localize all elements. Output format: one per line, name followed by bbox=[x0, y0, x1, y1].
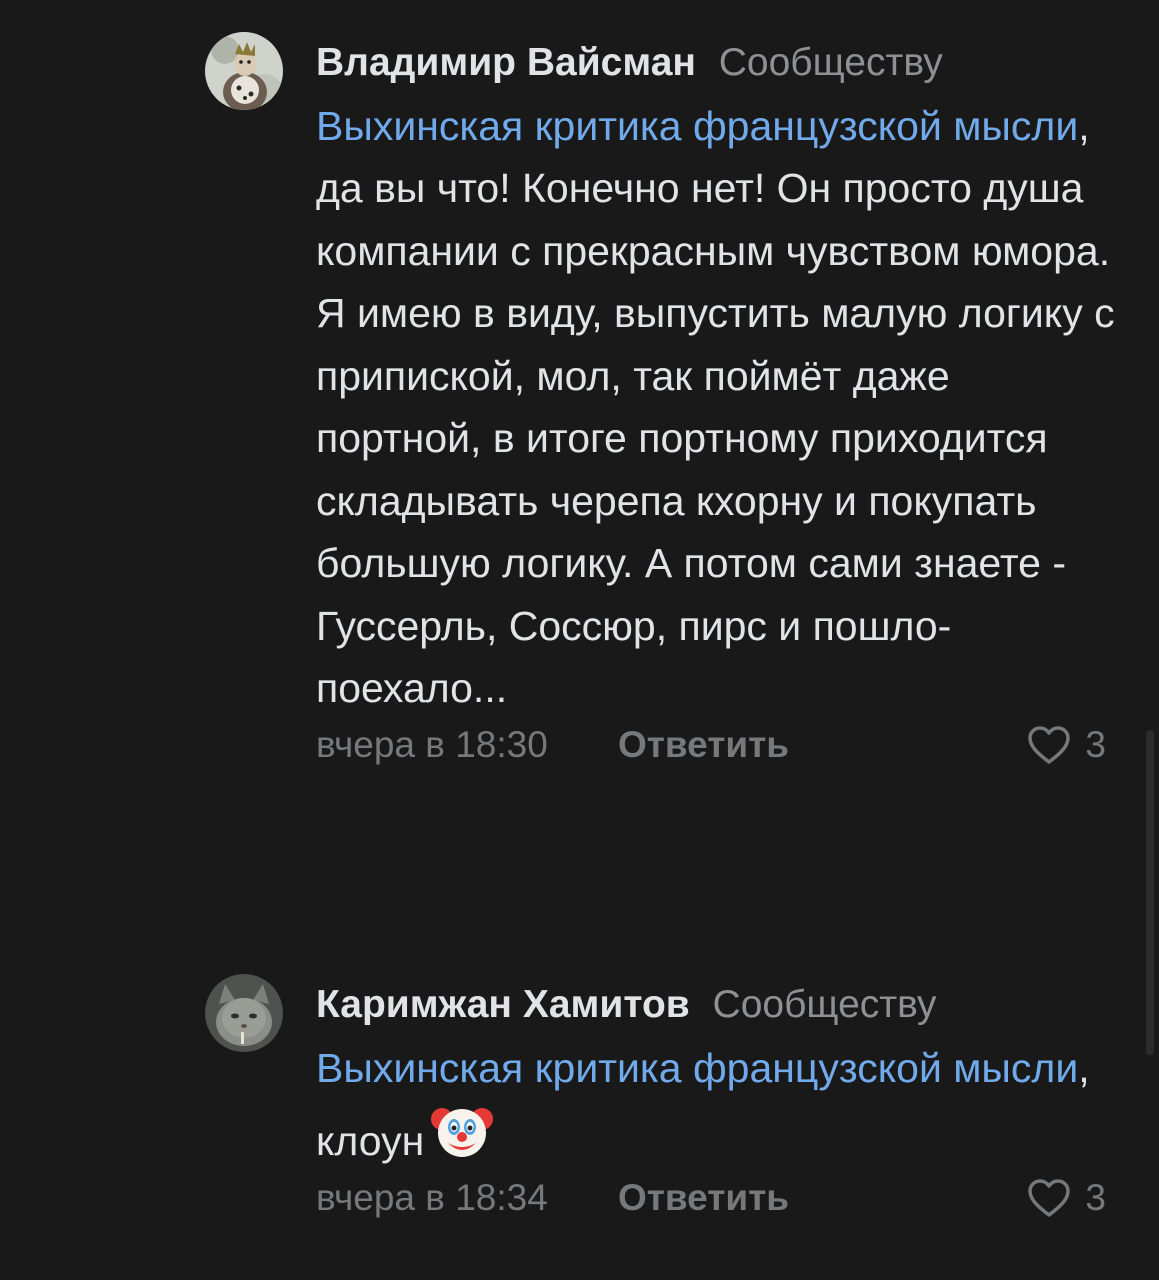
comment-footer: вчера в 18:30 Ответить 3 bbox=[316, 724, 1116, 774]
clown-face-emoji-icon bbox=[430, 1099, 494, 1163]
community-mention-link[interactable]: Выхинская критика французской мысли bbox=[316, 1045, 1078, 1091]
reply-button[interactable]: Ответить bbox=[618, 724, 789, 766]
comment-body: , да вы что! Конечно нет! Он просто душа… bbox=[316, 102, 1126, 712]
like-button[interactable]: 3 bbox=[1027, 724, 1106, 766]
comment-timestamp[interactable]: вчера в 18:30 bbox=[316, 724, 548, 766]
comment-text: Владимир Вайсман Сообществу Выхинская кр… bbox=[316, 30, 1116, 720]
author-name[interactable]: Каримжан Хамитов bbox=[316, 983, 690, 1026]
like-count: 3 bbox=[1085, 1176, 1106, 1218]
comment-text: Каримжан Хамитов Сообществу Выхинская кр… bbox=[316, 972, 1116, 1173]
avatar-cat-icon bbox=[205, 974, 283, 1052]
author-avatar[interactable] bbox=[205, 974, 283, 1052]
recipient-label: Сообществу bbox=[718, 41, 943, 84]
avatar-figure-icon bbox=[205, 32, 283, 110]
like-button[interactable]: 3 bbox=[1027, 1177, 1106, 1219]
like-count: 3 bbox=[1085, 723, 1106, 765]
author-avatar[interactable] bbox=[205, 32, 283, 110]
scrollbar[interactable] bbox=[1146, 730, 1154, 1055]
heart-icon bbox=[1027, 725, 1071, 765]
heart-icon bbox=[1027, 1178, 1071, 1218]
reply-button[interactable]: Ответить bbox=[618, 1177, 789, 1219]
recipient-label: Сообществу bbox=[712, 983, 937, 1026]
community-mention-link[interactable]: Выхинская критика французской мысли bbox=[316, 103, 1078, 149]
comment-timestamp[interactable]: вчера в 18:34 bbox=[316, 1177, 548, 1219]
comment-footer: вчера в 18:34 Ответить 3 bbox=[316, 1177, 1116, 1227]
author-name[interactable]: Владимир Вайсман bbox=[316, 41, 696, 84]
